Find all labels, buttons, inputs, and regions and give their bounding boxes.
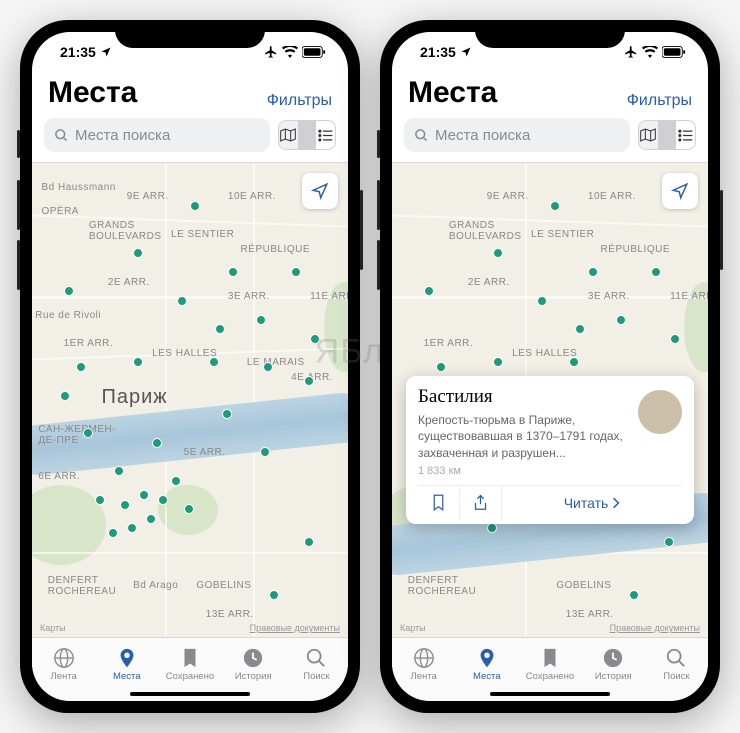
clock-icon <box>601 647 625 669</box>
place-distance: 1 833 км <box>418 465 628 477</box>
card-share-button[interactable] <box>460 486 502 520</box>
page-header: Места Фильтры <box>32 72 348 118</box>
location-arrow-icon <box>460 46 472 58</box>
list-icon <box>318 129 333 142</box>
view-toggle[interactable] <box>278 120 336 150</box>
tab-saved[interactable]: Сохранено <box>518 638 581 691</box>
tab-places[interactable]: Места <box>455 638 518 691</box>
pin-icon <box>115 647 139 669</box>
phone-frame-left: 21:35 Места Фильтры Места поиска <box>20 20 360 713</box>
wifi-icon <box>642 46 658 58</box>
tab-saved[interactable]: Сохранено <box>158 638 221 691</box>
home-indicator[interactable] <box>490 692 610 696</box>
map-canvas[interactable]: Bd Haussmann OPÉRA 9E ARR. 10E ARR. GRAN… <box>32 163 348 637</box>
status-time: 21:35 <box>420 44 456 60</box>
search-icon <box>414 128 429 143</box>
locate-me-button[interactable] <box>662 173 698 209</box>
place-thumbnail <box>638 390 682 434</box>
map-canvas[interactable]: 9E ARR. 10E ARR. GRANDSBOULEVARDS LE SEN… <box>392 163 708 637</box>
place-description: Крепость-тюрьма в Париже, существовавшая… <box>418 412 628 461</box>
locate-me-button[interactable] <box>302 173 338 209</box>
search-tab-icon <box>304 647 328 669</box>
tab-history[interactable]: История <box>222 638 285 691</box>
place-card[interactable]: Бастилия Крепость-тюрьма в Париже, сущес… <box>406 376 694 524</box>
page-title: Места <box>408 76 497 110</box>
bookmark-icon <box>538 647 562 669</box>
status-bar: 21:35 <box>32 32 348 72</box>
map-attribution: Карты Правовые документы <box>400 623 700 633</box>
tab-feed[interactable]: Лента <box>32 638 95 691</box>
view-toggle[interactable] <box>638 120 696 150</box>
clock-icon <box>241 647 265 669</box>
card-read-button[interactable]: Читать <box>502 486 682 520</box>
card-bookmark-button[interactable] <box>418 486 460 520</box>
battery-icon <box>302 46 326 58</box>
search-input[interactable]: Места поиска <box>44 118 270 152</box>
page-title: Места <box>48 76 137 110</box>
map-view-toggle[interactable] <box>639 121 658 149</box>
map-icon <box>640 128 656 142</box>
search-input[interactable]: Места поиска <box>404 118 630 152</box>
home-indicator[interactable] <box>130 692 250 696</box>
navigation-icon <box>671 182 689 200</box>
bookmark-outline-icon <box>431 494 446 511</box>
tab-search[interactable]: Поиск <box>645 638 708 691</box>
tab-search[interactable]: Поиск <box>285 638 348 691</box>
bookmark-icon <box>178 647 202 669</box>
list-view-toggle[interactable] <box>676 121 695 149</box>
globe-icon <box>412 647 436 669</box>
legal-link[interactable]: Правовые документы <box>250 623 340 633</box>
map-view-toggle[interactable] <box>279 121 298 149</box>
status-bar: 21:35 <box>392 32 708 72</box>
pin-icon <box>475 647 499 669</box>
airplane-icon <box>624 45 638 59</box>
list-icon <box>678 129 693 142</box>
globe-icon <box>52 647 76 669</box>
search-icon <box>54 128 69 143</box>
legal-link[interactable]: Правовые документы <box>610 623 700 633</box>
tab-history[interactable]: История <box>582 638 645 691</box>
map-attribution: Карты Правовые документы <box>40 623 340 633</box>
map-icon <box>280 128 296 142</box>
navigation-icon <box>311 182 329 200</box>
list-view-toggle[interactable] <box>316 121 335 149</box>
search-placeholder: Места поиска <box>435 127 530 144</box>
tab-places[interactable]: Места <box>95 638 158 691</box>
location-arrow-icon <box>100 46 112 58</box>
filters-button[interactable]: Фильтры <box>267 92 332 110</box>
battery-icon <box>662 46 686 58</box>
page-header: Места Фильтры <box>392 72 708 118</box>
tab-feed[interactable]: Лента <box>392 638 455 691</box>
share-icon <box>473 494 488 512</box>
place-title: Бастилия <box>418 386 628 408</box>
search-tab-icon <box>664 647 688 669</box>
filters-button[interactable]: Фильтры <box>627 92 692 110</box>
chevron-right-icon <box>612 497 620 509</box>
airplane-icon <box>264 45 278 59</box>
wifi-icon <box>282 46 298 58</box>
status-time: 21:35 <box>60 44 96 60</box>
search-placeholder: Места поиска <box>75 127 170 144</box>
phone-frame-right: 21:35 Места Фильтры Места поиска <box>380 20 720 713</box>
